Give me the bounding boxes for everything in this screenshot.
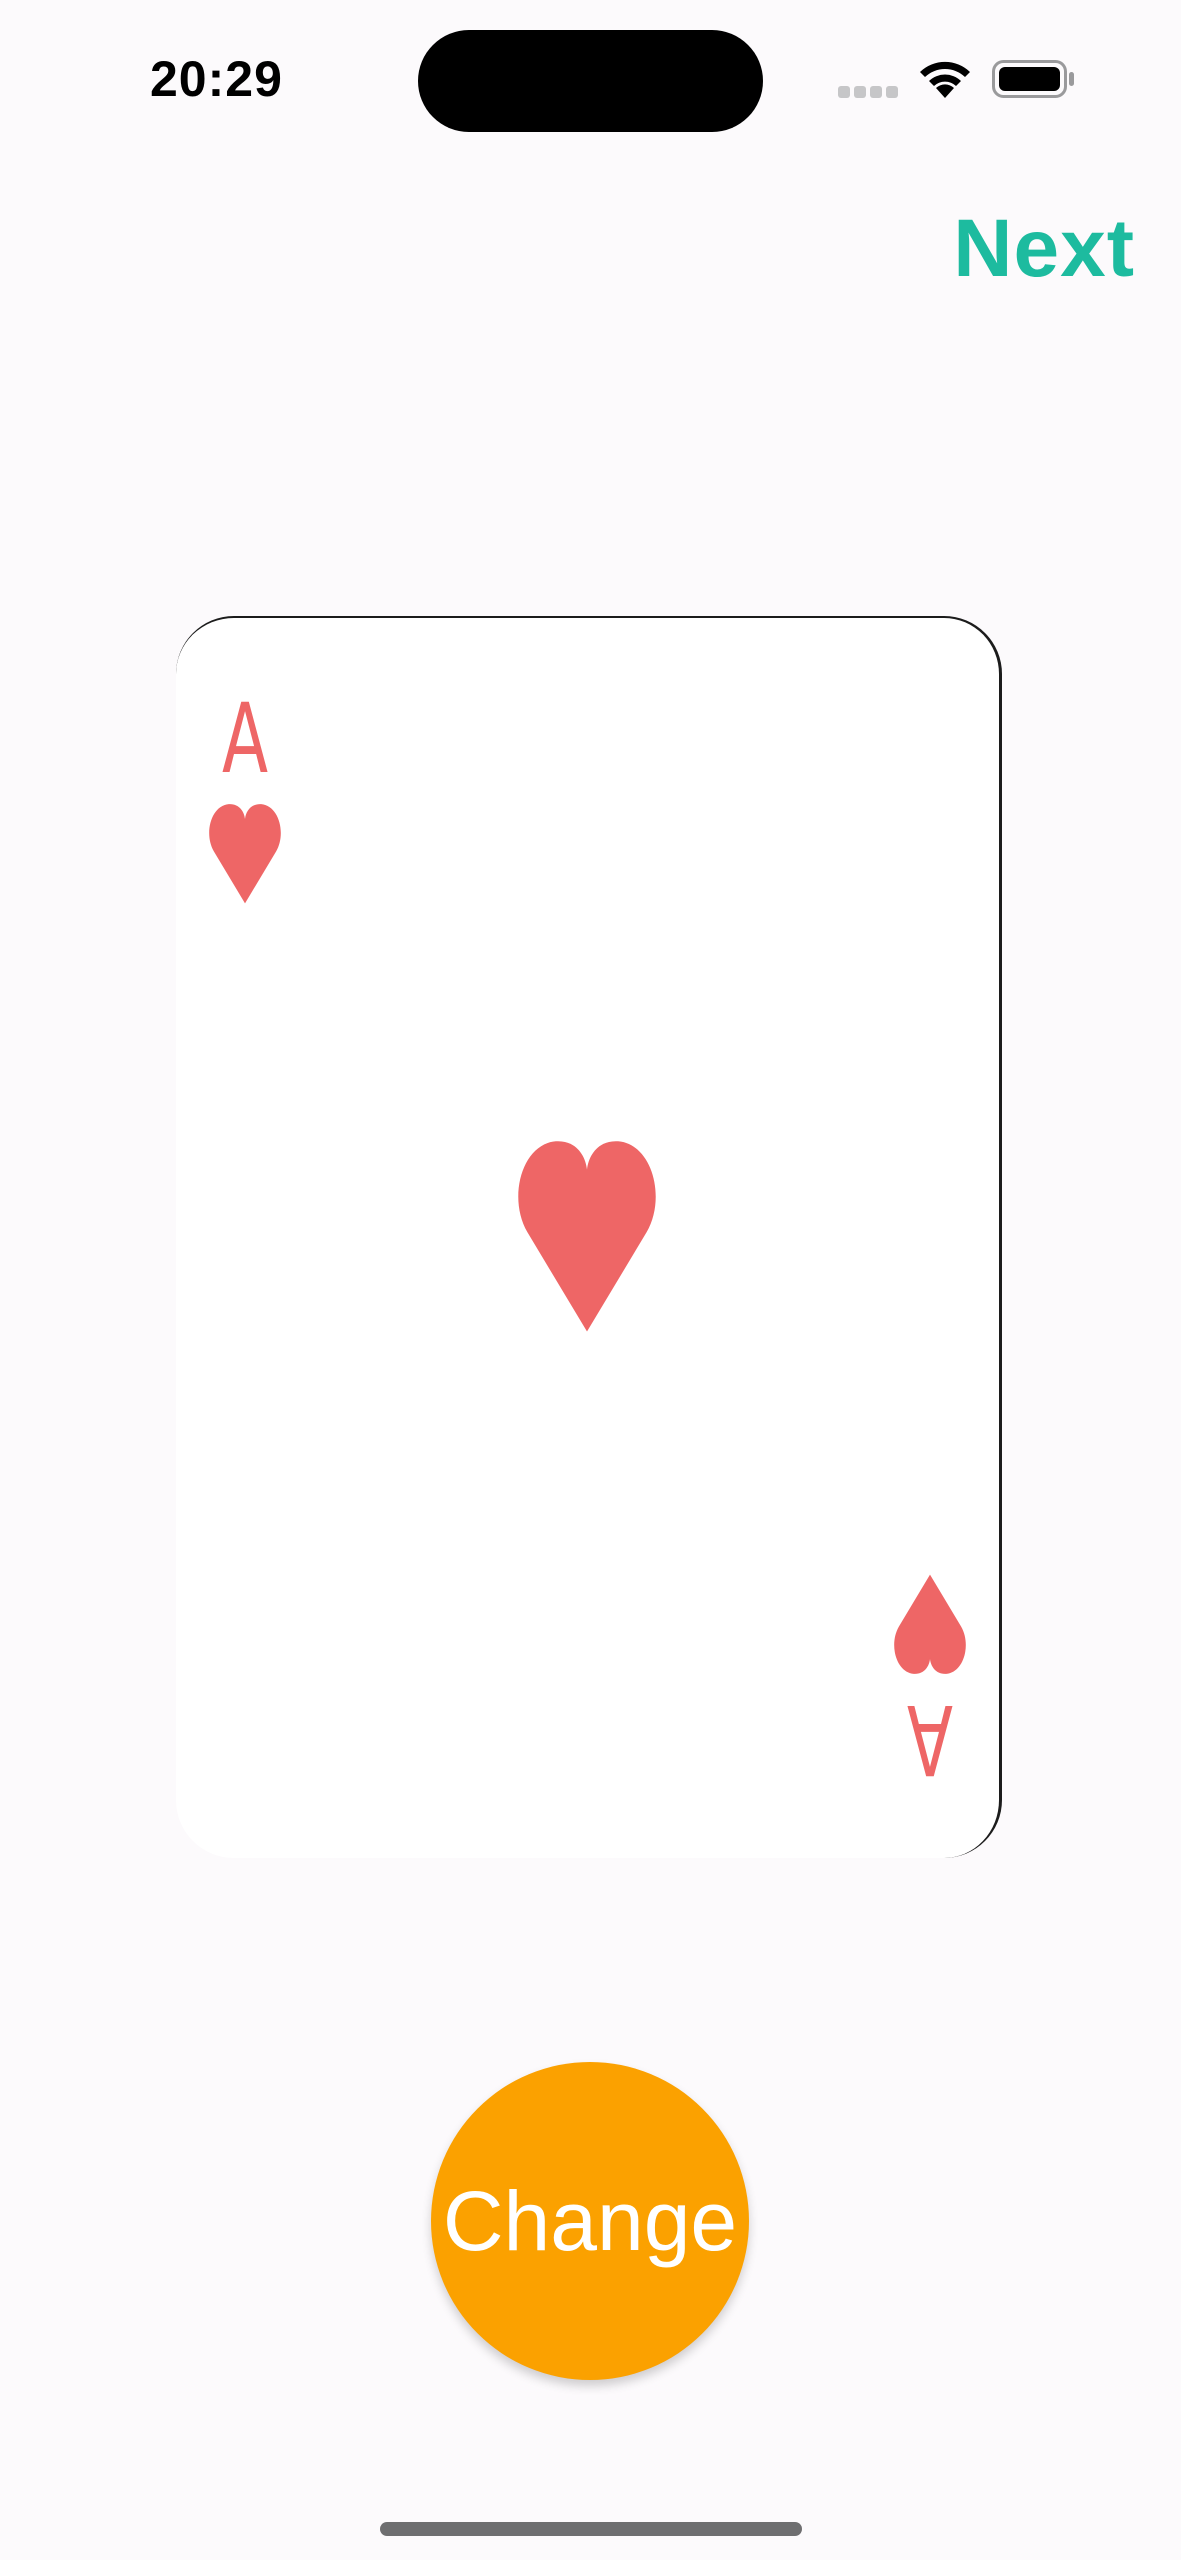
heart-icon bbox=[518, 1141, 656, 1332]
heart-icon bbox=[209, 804, 281, 904]
home-indicator[interactable] bbox=[380, 2522, 802, 2536]
playing-card: A A bbox=[176, 616, 1002, 1858]
card-corner-top: A bbox=[206, 684, 284, 930]
dynamic-island bbox=[418, 30, 763, 132]
card-rank: A bbox=[221, 683, 269, 795]
heart-icon bbox=[894, 1574, 966, 1674]
status-bar: 20:29 bbox=[0, 0, 1181, 160]
status-time: 20:29 bbox=[150, 51, 283, 107]
battery-icon bbox=[992, 60, 1074, 98]
card-corner-bottom: A bbox=[891, 1548, 969, 1795]
card-rank: A bbox=[906, 1683, 954, 1795]
next-button[interactable]: Next bbox=[953, 202, 1135, 296]
wifi-icon bbox=[920, 61, 970, 98]
cellular-signal-icon bbox=[838, 84, 900, 98]
change-button[interactable]: Change bbox=[431, 2062, 749, 2380]
